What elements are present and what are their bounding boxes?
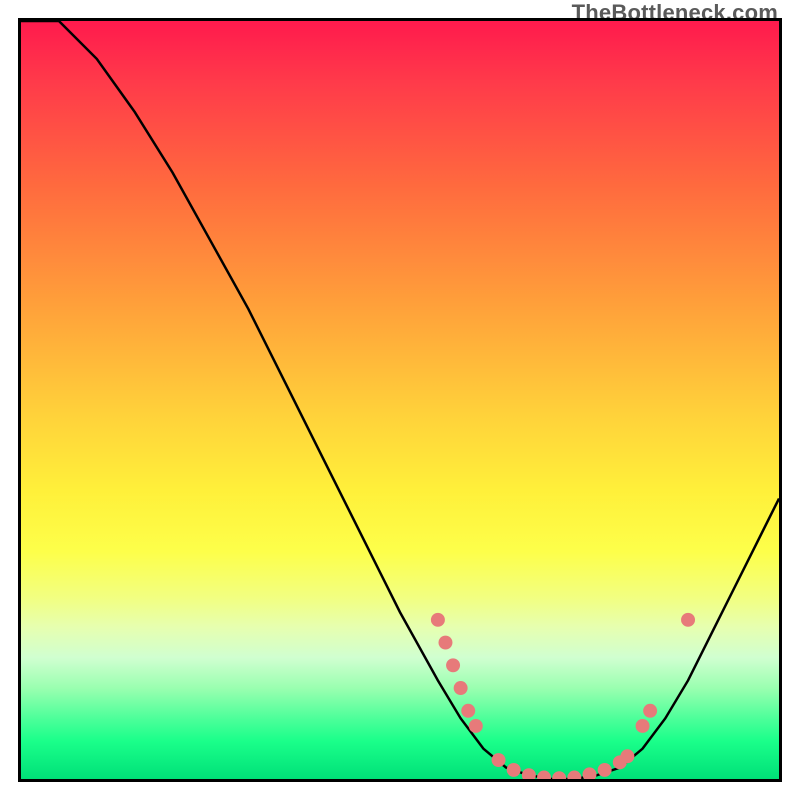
data-point xyxy=(598,763,612,777)
data-point xyxy=(446,658,460,672)
data-point xyxy=(552,771,566,779)
data-point xyxy=(522,768,536,779)
data-point xyxy=(492,753,506,767)
data-point xyxy=(507,763,521,777)
chart-frame xyxy=(18,18,782,782)
data-point xyxy=(438,636,452,650)
data-point xyxy=(636,719,650,733)
data-point xyxy=(461,704,475,718)
data-point xyxy=(454,681,468,695)
data-point xyxy=(643,704,657,718)
bottleneck-curve xyxy=(21,21,779,779)
data-point xyxy=(583,767,597,779)
data-point xyxy=(431,613,445,627)
data-point xyxy=(681,613,695,627)
chart-plot xyxy=(21,21,779,779)
data-point xyxy=(469,719,483,733)
data-point xyxy=(537,771,551,779)
data-point xyxy=(620,749,634,763)
data-point-markers xyxy=(431,613,695,779)
data-point xyxy=(567,771,581,779)
